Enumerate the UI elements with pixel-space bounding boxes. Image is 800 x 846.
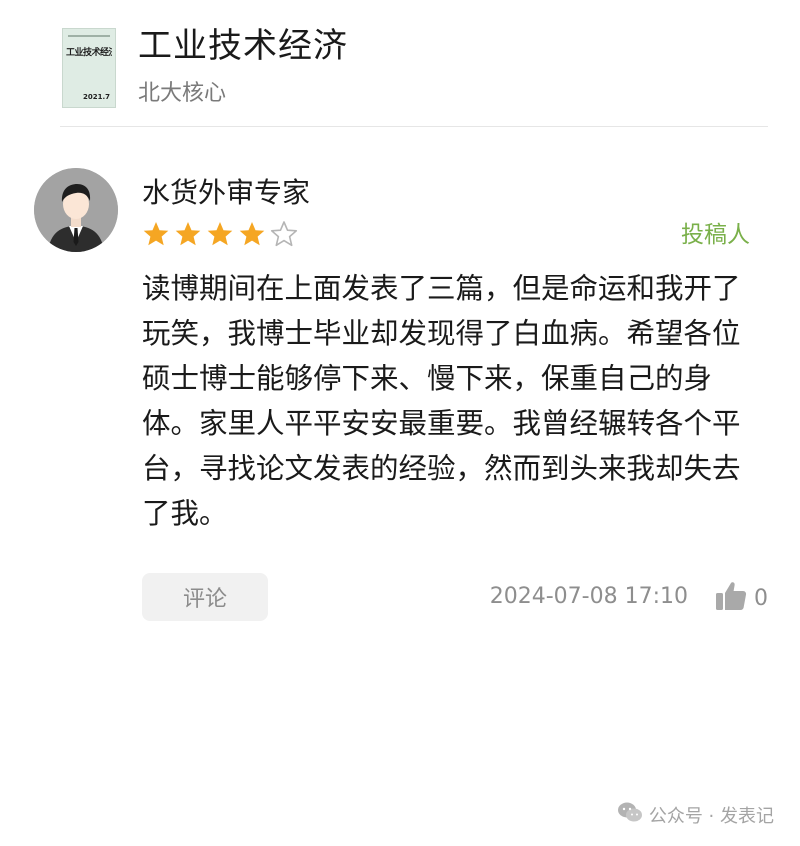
star-filled-icon xyxy=(239,222,265,246)
star-filled-icon xyxy=(143,222,169,246)
reviewer-name[interactable]: 水货外审专家 xyxy=(142,176,310,210)
star-filled-icon xyxy=(207,222,233,246)
journal-subtitle: 北大核心 xyxy=(138,81,227,106)
journal-cover-image: 工业技术经济 2021.7 xyxy=(62,28,116,108)
cover-decoration xyxy=(68,35,110,37)
review-date: 2024-07-08 17:10 xyxy=(489,584,688,609)
journal-title: 工业技术经济 xyxy=(138,26,348,66)
cover-issue: 2021.7 xyxy=(82,93,110,101)
wechat-icon xyxy=(617,801,643,828)
star-rating xyxy=(142,220,298,250)
watermark-text: 公众号 · 发表记 xyxy=(648,805,774,827)
role-tag: 投稿人 xyxy=(681,222,750,248)
watermark: 公众号 · 发表记 xyxy=(617,801,774,828)
user-avatar-icon[interactable] xyxy=(34,168,118,252)
like-button[interactable]: 0 xyxy=(714,578,768,618)
journal-header[interactable]: 工业技术经济 2021.7 工业技术经济 北大核心 xyxy=(60,22,768,127)
like-count: 0 xyxy=(754,585,768,611)
review-item: 水货外审专家 投稿人 读博期间在上面发表了三篇，但是命运和我开了玩笑，我博士毕业… xyxy=(32,168,772,638)
comment-button[interactable]: 评论 xyxy=(142,573,268,621)
review-text: 读博期间在上面发表了三篇，但是命运和我开了玩笑，我博士毕业却发现得了白血病。希望… xyxy=(142,272,741,530)
star-filled-icon xyxy=(175,222,201,246)
thumbs-up-icon xyxy=(714,579,748,617)
star-empty-icon xyxy=(270,221,298,247)
cover-title: 工业技术经济 xyxy=(66,48,112,58)
